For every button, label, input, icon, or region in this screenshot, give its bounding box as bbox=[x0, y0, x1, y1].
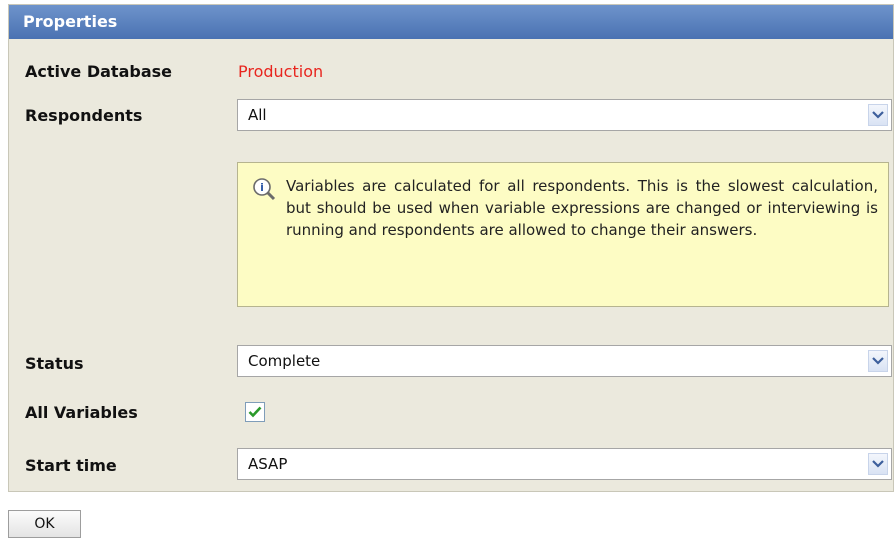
info-box: i Variables are calculated for all respo… bbox=[237, 162, 889, 307]
svg-text:i: i bbox=[260, 181, 264, 194]
ok-button[interactable]: OK bbox=[8, 510, 81, 538]
all-variables-checkbox[interactable] bbox=[245, 402, 265, 422]
start-time-select[interactable]: ASAP bbox=[237, 448, 892, 480]
status-selected-value: Complete bbox=[248, 352, 321, 370]
chevron-down-icon[interactable] bbox=[868, 104, 888, 126]
all-variables-label: All Variables bbox=[25, 403, 138, 422]
chevron-down-icon[interactable] bbox=[868, 453, 888, 475]
start-time-label: Start time bbox=[25, 456, 117, 475]
respondents-select[interactable]: All bbox=[237, 99, 892, 131]
respondents-selected-value: All bbox=[248, 106, 267, 124]
chevron-down-icon[interactable] bbox=[868, 350, 888, 372]
info-magnifier-icon: i bbox=[252, 177, 278, 205]
start-time-selected-value: ASAP bbox=[248, 455, 288, 473]
properties-panel: Properties Active Database Production Re… bbox=[8, 4, 894, 492]
panel-title: Properties bbox=[9, 5, 893, 39]
status-select[interactable]: Complete bbox=[237, 345, 892, 377]
respondents-label: Respondents bbox=[25, 106, 143, 125]
active-database-value: Production bbox=[238, 62, 324, 81]
active-database-label: Active Database bbox=[25, 62, 172, 81]
status-label: Status bbox=[25, 354, 84, 373]
info-text: Variables are calculated for all respond… bbox=[286, 177, 878, 239]
checkmark-icon bbox=[248, 406, 262, 418]
